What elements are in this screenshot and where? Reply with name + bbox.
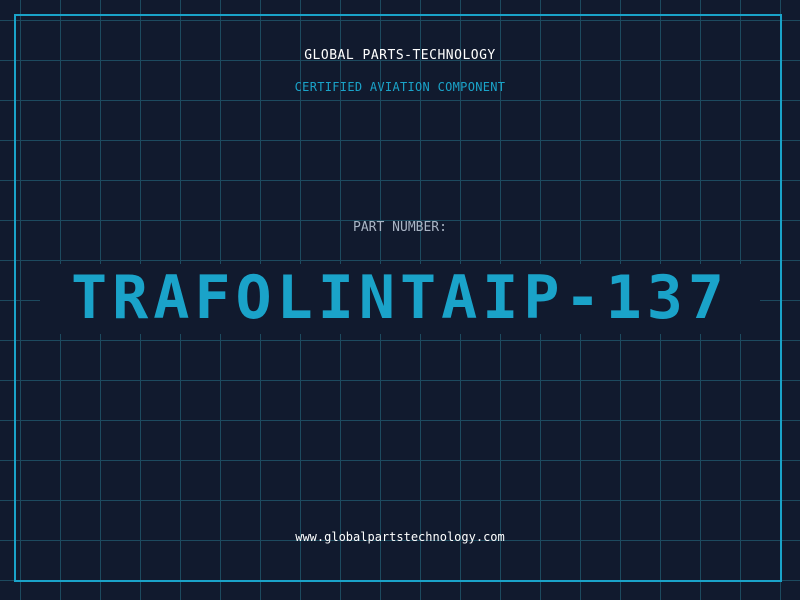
company-name: GLOBAL PARTS-TECHNOLOGY — [304, 48, 496, 63]
website-url: www.globalpartstechnology.com — [295, 530, 505, 544]
part-number-label: PART NUMBER: — [353, 220, 447, 235]
certificate-card: GLOBAL PARTS-TECHNOLOGY CERTIFIED AVIATI… — [0, 0, 800, 600]
part-number: TRAFOLINTAIP-137 — [71, 263, 729, 333]
tagline: CERTIFIED AVIATION COMPONENT — [294, 80, 506, 94]
